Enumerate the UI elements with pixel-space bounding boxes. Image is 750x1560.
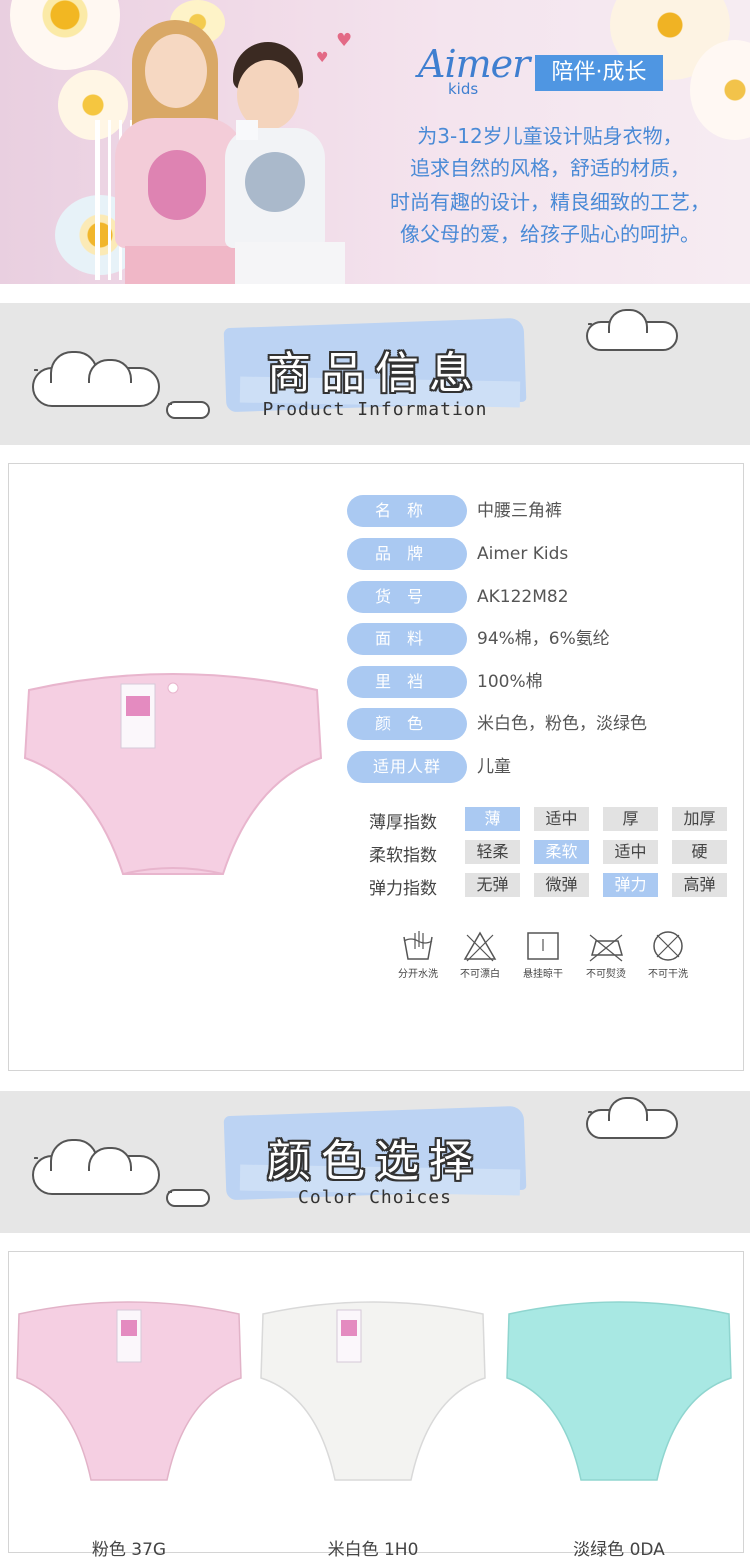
care-item: 不可干洗: [636, 929, 700, 980]
scale-option-selected: 薄: [465, 807, 520, 831]
boy-figure: [225, 42, 355, 284]
color-choices-panel: 粉色 37G 米白色 1H0 淡绿色 0DA: [8, 1251, 744, 1560]
no-dry-clean-icon: [653, 931, 683, 961]
attr-value: 中腰三角裤: [477, 501, 562, 521]
attr-key: 货号: [347, 581, 467, 613]
scale-option: 高弹: [672, 873, 727, 897]
attr-value: 米白色，粉色，淡绿色: [477, 714, 647, 734]
attr-key: 颜色: [347, 708, 467, 740]
scale-option: 加厚: [672, 807, 727, 831]
attr-value: 94%棉，6%氨纶: [477, 629, 610, 649]
hero-text-line: 像父母的爱，给孩子贴心的呵护。: [400, 222, 700, 246]
color-swatch-pink[interactable]: [15, 1292, 243, 1492]
brand-logo-sub: kids: [448, 80, 479, 98]
attr-value: Aimer Kids: [477, 544, 569, 564]
cloud-icon: [166, 1189, 210, 1207]
attr-value: AK122M82: [477, 587, 569, 607]
slogan-badge: 陪伴·成长: [535, 55, 663, 91]
hero-text-line: 追求自然的风格，舒适的材质，: [410, 156, 690, 180]
kids-icon-tail: [236, 120, 258, 140]
care-label: 不可干洗: [648, 969, 688, 980]
scale-option-selected: 弹力: [603, 873, 658, 897]
scale-option-selected: 柔软: [534, 840, 589, 864]
scale-option: 无弹: [465, 873, 520, 897]
care-item: 不可熨烫: [574, 929, 638, 980]
scale-option: 轻柔: [465, 840, 520, 864]
attr-key: 名称: [347, 495, 467, 527]
color-name: 米白色 1H0: [327, 1540, 419, 1560]
care-item: 不可漂白: [448, 929, 512, 980]
scale-label-elasticity: 弹力指数: [369, 879, 437, 899]
hero-banner: ♥ ♥ Aimer kids 陪伴·成长 为3-12岁儿童设计贴身衣物， 追求自…: [0, 0, 750, 284]
color-swatch-white[interactable]: [259, 1292, 487, 1492]
care-label: 悬挂晾干: [523, 969, 563, 980]
section-subtitle: Product Information: [262, 399, 488, 420]
no-iron-icon: [589, 934, 623, 962]
scale-label-softness: 柔软指数: [369, 846, 437, 866]
hero-text-line: 为3-12岁儿童设计贴身衣物，: [417, 124, 683, 148]
product-image: [23, 662, 323, 886]
attr-value: 儿童: [477, 757, 511, 777]
hand-wash-icon: [403, 931, 433, 960]
care-label: 不可漂白: [460, 969, 500, 980]
color-name: 粉色 37G: [91, 1540, 167, 1560]
attr-key: 适用人群: [347, 751, 467, 783]
color-choices-header: 颜色选择 Color Choices: [0, 1091, 750, 1233]
product-info-header: 商品信息 Product Information: [0, 303, 750, 445]
scale-option: 厚: [603, 807, 658, 831]
cloud-icon: [88, 359, 132, 383]
product-info-panel: 名称 中腰三角裤 品牌 Aimer Kids 货号 AK122M82 面料 94…: [8, 463, 744, 1071]
scale-option: 适中: [534, 807, 589, 831]
hero-text-line: 时尚有趣的设计，精良细致的工艺，: [390, 190, 710, 214]
color-name: 淡绿色 0DA: [573, 1540, 665, 1560]
cloud-icon: [608, 309, 648, 333]
cloud-icon: [166, 401, 210, 419]
care-label: 分开水洗: [398, 969, 438, 980]
scale-label-thickness: 薄厚指数: [369, 813, 437, 833]
section-subtitle: Color Choices: [298, 1187, 452, 1208]
attr-key: 面料: [347, 623, 467, 655]
cloud-icon: [608, 1097, 648, 1121]
hang-dry-icon: [527, 932, 559, 960]
scale-option: 硬: [672, 840, 727, 864]
cloud-icon: [88, 1147, 132, 1171]
care-label: 不可熨烫: [586, 969, 626, 980]
attr-key: 里裆: [347, 666, 467, 698]
care-item: 悬挂晾干: [511, 929, 575, 980]
flower-decoration: [10, 0, 120, 70]
care-item: 分开水洗: [386, 929, 450, 980]
color-swatch-green[interactable]: [505, 1292, 733, 1492]
section-title: 商品信息: [267, 348, 483, 399]
no-bleach-icon: [463, 931, 497, 962]
section-title: 颜色选择: [267, 1136, 483, 1187]
scale-option: 微弹: [534, 873, 589, 897]
attr-key: 品牌: [347, 538, 467, 570]
scale-option: 适中: [603, 840, 658, 864]
attr-value: 100%棉: [477, 672, 543, 692]
